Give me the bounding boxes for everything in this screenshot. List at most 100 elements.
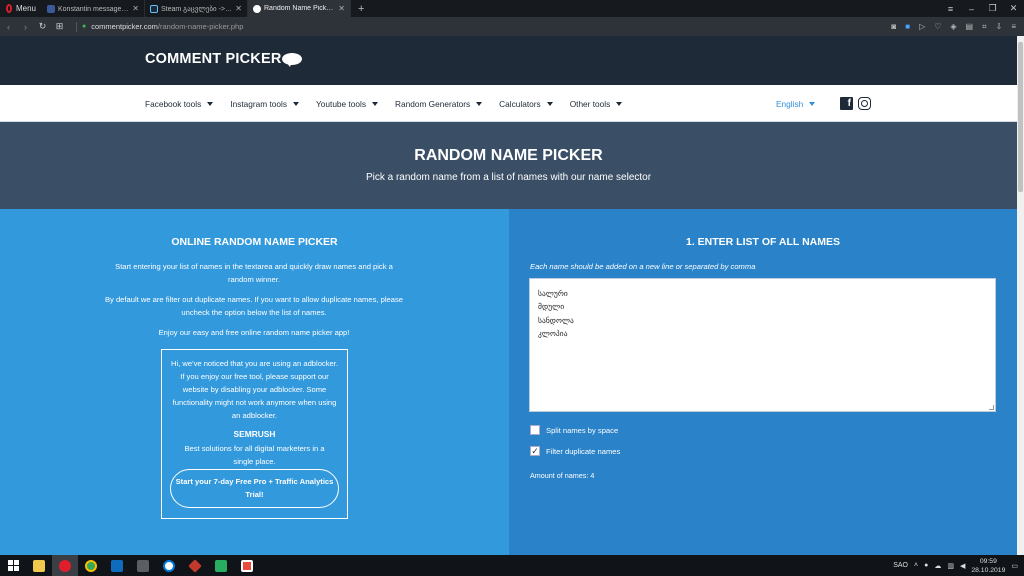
hero-banner: RANDOM NAME PICKER Pick a random name fr… [0, 122, 1017, 209]
url-path: /random-name-picker.php [157, 22, 244, 31]
start-button[interactable] [0, 555, 26, 576]
semrush-title: SEMRUSH [233, 429, 276, 439]
nav-label: Other tools [569, 98, 611, 109]
taskbar-chrome[interactable] [78, 555, 104, 576]
facebook-icon [47, 4, 55, 13]
nav-item-other-tools[interactable]: Other tools [570, 99, 623, 109]
browser-menu-button[interactable]: Menu [0, 0, 42, 17]
taskbar-app[interactable] [130, 555, 156, 576]
nav-item-calculators[interactable]: Calculators [499, 99, 553, 109]
folder-icon [33, 559, 45, 572]
site-logo[interactable]: COMMENT PICKER [145, 51, 282, 67]
name-entry: სალური [538, 289, 568, 298]
tab-title: Konstantin messaged ათ [58, 5, 130, 13]
browser-tab-steam[interactable]: Steam გაცვლები -> თბ ✕ [145, 0, 248, 17]
split-checkbox[interactable] [530, 425, 540, 435]
chrome-icon [85, 559, 97, 572]
send-icon[interactable]: ▷ [919, 22, 925, 31]
browser-tab-facebook[interactable]: Konstantin messaged ათ ✕ [42, 0, 145, 17]
nav-label: Calculators [499, 98, 541, 109]
camera-icon[interactable]: ◙ [891, 22, 896, 31]
browser-toolbar-icons: ◙ ■ ▷ ♡ ◈ ▤ ⌗ ⇩ ≡ [891, 17, 1016, 36]
trial-button[interactable]: Start your 7-day Free Pro + Traffic Anal… [170, 469, 339, 508]
filter-option[interactable]: ✓ Filter duplicate names [530, 446, 620, 456]
forward-icon[interactable]: › [17, 22, 34, 32]
nav-item-facebook-tools[interactable]: Facebook tools [145, 98, 214, 109]
close-icon[interactable]: ✕ [338, 4, 345, 13]
taskbar-app-orange[interactable] [234, 555, 260, 576]
caret-down-icon [809, 101, 816, 106]
semrush-subtitle: Best solutions for all digital marketers… [184, 444, 325, 466]
caret-down-icon [372, 101, 378, 106]
scrollbar-thumb[interactable] [1018, 42, 1023, 192]
close-icon[interactable]: ✕ [235, 4, 242, 13]
close-window-icon[interactable]: ✕ [1003, 3, 1024, 14]
info-title: ONLINE RANDOM NAME PICKER [171, 236, 338, 248]
nav-item-random-generators[interactable]: Random Generators [395, 99, 483, 109]
new-tab-button[interactable]: + [351, 3, 371, 15]
names-title: 1. ENTER LIST OF ALL NAMES [685, 236, 840, 248]
nav-label: Instagram tools [230, 98, 288, 109]
name-entry: სანდოლა [538, 315, 574, 325]
nav-item-youtube-tools[interactable]: Youtube tools [316, 99, 378, 109]
reload-icon[interactable]: ↻ [34, 21, 51, 32]
next-section-edge-right [509, 546, 1017, 555]
nav-item-instagram-tools[interactable]: Instagram tools [230, 98, 300, 109]
taskbar-app-green[interactable] [208, 555, 234, 576]
info-panel: ONLINE RANDOM NAME PICKER Start entering… [0, 209, 509, 546]
sidebar-icon[interactable]: ▤ [966, 22, 974, 31]
taskbar-file-explorer[interactable] [26, 555, 52, 576]
taskbar-messenger[interactable] [156, 555, 182, 576]
caret-down-icon [616, 101, 623, 106]
url-field[interactable]: ● commentpicker.com/random-name-picker.p… [76, 21, 244, 32]
network-icon[interactable]: ▥ [947, 562, 954, 570]
filter-checkbox[interactable]: ✓ [530, 446, 540, 456]
speed-dial-icon[interactable]: ⊞ [51, 21, 68, 32]
tab-menu-icon[interactable]: ≡ [940, 4, 961, 14]
download-icon[interactable]: ⇩ [996, 22, 1003, 31]
nav-label: Facebook tools [145, 98, 202, 109]
tray-language[interactable]: SAO [893, 562, 908, 569]
browser-tab-name-picker[interactable]: Random Name Picker - Pi ✕ [248, 0, 351, 17]
lock-icon[interactable]: ● [82, 23, 86, 30]
social-links: f [840, 97, 871, 110]
resize-handle[interactable] [989, 405, 994, 410]
caret-down-icon [476, 101, 483, 106]
shield-icon[interactable]: ■ [905, 22, 910, 31]
caret-down-icon [293, 101, 300, 106]
cloud-icon[interactable]: ☁ [934, 562, 941, 570]
comment-bubble-icon [253, 4, 261, 13]
browser-menu-label: Menu [15, 4, 36, 13]
intro-paragraph: Start entering your list of names in the… [115, 262, 393, 284]
taskbar-app-red[interactable] [182, 555, 208, 576]
volume-icon[interactable]: ◀ [960, 562, 965, 570]
names-textarea[interactable]: სალური მდული სანდოლა კლოპია [529, 278, 996, 412]
close-icon[interactable]: ✕ [132, 4, 139, 13]
restore-icon[interactable]: ❐ [982, 3, 1003, 14]
taskbar-opera[interactable] [52, 555, 78, 576]
facebook-icon[interactable]: f [840, 97, 853, 110]
tab-title: Random Name Picker - Pi [264, 5, 335, 12]
mic-icon[interactable]: ● [924, 562, 928, 569]
settings-menu-icon[interactable]: ≡ [1011, 22, 1016, 31]
screen: Menu Konstantin messaged ათ ✕ Steam გაცვ… [0, 0, 1024, 576]
clock[interactable]: 09:59 28.10.2019 [971, 557, 1005, 575]
page-subtitle: Pick a random name from a list of names … [365, 172, 652, 183]
language-label: English [776, 98, 804, 109]
page-scrollbar[interactable] [1017, 36, 1024, 555]
back-icon[interactable]: ‹ [0, 22, 17, 32]
language-select[interactable]: English [776, 85, 816, 122]
cube-icon[interactable]: ◈ [950, 22, 956, 31]
notifications-icon[interactable]: ▭ [1011, 562, 1018, 570]
messenger-icon [163, 559, 175, 572]
heart-icon[interactable]: ♡ [934, 22, 941, 31]
outlook-icon [111, 559, 123, 572]
instagram-icon[interactable] [858, 97, 871, 110]
split-option[interactable]: Split names by space [530, 425, 618, 435]
next-section-edge [0, 546, 1017, 555]
snapshot-icon[interactable]: ⌗ [982, 22, 987, 32]
adblock-text: Hi, we've noticed that you are using an … [171, 359, 338, 420]
taskbar-outlook[interactable] [104, 555, 130, 576]
chevron-up-icon[interactable]: ˄ [914, 562, 918, 569]
minimize-icon[interactable]: – [961, 4, 982, 14]
